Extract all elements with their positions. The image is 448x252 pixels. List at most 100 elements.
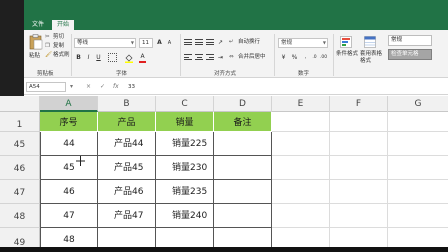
table-header-cell[interactable]: 产品 [98, 112, 156, 132]
column-header-a[interactable]: A [40, 96, 98, 112]
font-name-dropdown[interactable]: 等线 ▼ [74, 38, 136, 48]
cut-button[interactable]: 剪切 [53, 34, 64, 41]
table-cell[interactable]: 44 [40, 132, 98, 156]
table-cell[interactable]: 产品46 [98, 180, 156, 204]
style-check-cell[interactable]: 检查单元格 [388, 49, 432, 60]
table-cell[interactable] [214, 132, 272, 156]
table-cell[interactable]: 销量235 [156, 180, 214, 204]
increase-font-icon[interactable]: A [155, 38, 164, 47]
empty-cell[interactable] [272, 132, 330, 156]
formula-input[interactable]: 33 [128, 82, 446, 92]
chevron-down-icon: ▼ [130, 40, 134, 45]
table-header-cell[interactable]: 序号 [40, 112, 98, 132]
table-header-cell[interactable]: 销量 [156, 112, 214, 132]
row-header[interactable]: 1 [0, 112, 40, 132]
copy-button[interactable]: 复制 [53, 43, 64, 50]
borders-icon[interactable] [108, 53, 117, 62]
table-cell[interactable]: 产品47 [98, 204, 156, 228]
align-left-icon[interactable] [184, 54, 192, 61]
format-as-table-button[interactable]: 套用表格格式 [360, 51, 384, 64]
indent-icon[interactable]: ⇥ [216, 53, 225, 62]
column-header-f[interactable]: F [330, 96, 388, 112]
italic-icon[interactable]: I [84, 53, 93, 62]
table-header-cell[interactable]: 备注 [214, 112, 272, 132]
group-divider [71, 34, 72, 76]
currency-icon[interactable]: ¥ [279, 53, 288, 62]
bold-icon[interactable]: B [74, 53, 83, 62]
comma-style-icon[interactable]: , [301, 53, 310, 62]
increase-decimal-icon[interactable]: .0 [310, 53, 319, 62]
name-box-dropdown-icon[interactable]: ▾ [70, 82, 73, 92]
format-painter-button[interactable]: 格式刷 [53, 52, 70, 59]
table-cell[interactable]: 销量230 [156, 156, 214, 180]
empty-cell[interactable] [388, 156, 448, 180]
orientation-icon[interactable]: ↗ [216, 38, 225, 47]
table-cell[interactable]: 销量225 [156, 132, 214, 156]
table-cell[interactable]: 销量240 [156, 204, 214, 228]
column-header-g[interactable]: G [388, 96, 448, 112]
row-header[interactable]: 47 [0, 180, 40, 204]
font-size-value: 11 [142, 40, 149, 46]
column-header-e[interactable]: E [272, 96, 330, 112]
column-header-d[interactable]: D [214, 96, 272, 112]
row-header[interactable]: 45 [0, 132, 40, 156]
table-cell[interactable]: 46 [40, 180, 98, 204]
empty-cell[interactable] [388, 112, 448, 132]
align-middle-icon[interactable] [195, 39, 203, 46]
column-header-c[interactable]: C [156, 96, 214, 112]
scissors-icon: ✂ [45, 34, 50, 40]
name-box[interactable]: A54 [26, 82, 66, 92]
empty-cell[interactable] [330, 132, 388, 156]
font-color-swatch [139, 61, 146, 63]
empty-cell[interactable] [330, 180, 388, 204]
row-header[interactable]: 46 [0, 156, 40, 180]
align-center-icon[interactable] [195, 54, 203, 61]
tab-file[interactable]: 文件 [28, 20, 48, 30]
insert-function-icon[interactable]: fx [113, 82, 119, 92]
align-bottom-icon[interactable] [206, 39, 214, 46]
fill-color-icon[interactable] [124, 53, 134, 63]
tab-home[interactable]: 开始 [52, 20, 74, 30]
select-all-corner[interactable] [0, 96, 40, 112]
underline-icon[interactable]: U [94, 53, 103, 62]
column-header-b[interactable]: B [98, 96, 156, 112]
style-normal[interactable]: 常规 [388, 35, 432, 46]
paste-button[interactable]: 粘贴 [29, 53, 40, 60]
table-cell[interactable] [214, 156, 272, 180]
empty-cell[interactable] [388, 180, 448, 204]
format-as-table-icon [364, 36, 376, 48]
empty-cell[interactable] [330, 156, 388, 180]
decrease-font-icon[interactable]: A [165, 39, 174, 48]
table-cell[interactable] [214, 180, 272, 204]
paste-icon [29, 34, 43, 50]
table-cell[interactable]: 45 [40, 156, 98, 180]
decrease-decimal-icon[interactable]: .00 [319, 53, 328, 62]
conditional-formatting-icon [340, 36, 352, 48]
table-cell[interactable]: 产品45 [98, 156, 156, 180]
enter-icon[interactable]: ✓ [100, 82, 105, 92]
table-cell[interactable]: 47 [40, 204, 98, 228]
row-header[interactable]: 48 [0, 204, 40, 228]
empty-cell[interactable] [272, 112, 330, 132]
number-format-dropdown[interactable]: 常规 ▼ [278, 38, 328, 48]
empty-cell[interactable] [330, 204, 388, 228]
cancel-icon[interactable]: × [86, 82, 91, 92]
font-color-icon[interactable]: A [138, 52, 147, 61]
percent-button[interactable]: % [290, 53, 299, 62]
table-cell[interactable]: 产品44 [98, 132, 156, 156]
align-top-icon[interactable] [184, 39, 192, 46]
empty-cell[interactable] [388, 132, 448, 156]
merge-center-button[interactable]: 合并后居中 [238, 54, 266, 61]
empty-cell[interactable] [272, 204, 330, 228]
wrap-text-button[interactable]: 自动换行 [238, 39, 260, 46]
column-headers: A B C D E F G [0, 96, 448, 112]
empty-cell[interactable] [388, 204, 448, 228]
empty-cell[interactable] [272, 156, 330, 180]
conditional-formatting-button[interactable]: 条件格式 [336, 51, 358, 58]
table-cell[interactable] [214, 204, 272, 228]
font-size-dropdown[interactable]: 11 [139, 38, 153, 48]
empty-cell[interactable] [330, 112, 388, 132]
empty-cell[interactable] [272, 180, 330, 204]
align-right-icon[interactable] [206, 54, 214, 61]
group-divider [274, 34, 275, 76]
